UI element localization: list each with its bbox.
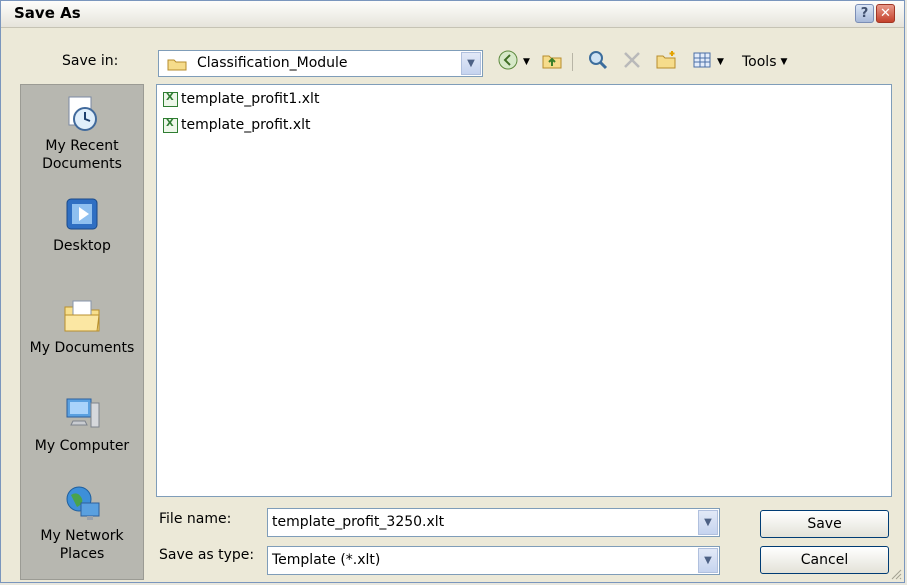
place-my-network-places[interactable]: My Network Places — [21, 483, 143, 563]
place-label: My Network Places — [40, 528, 124, 562]
save-as-type-dropdown[interactable]: Template (*.xlt) ▼ — [267, 546, 720, 575]
file-name-field[interactable]: template_profit_3250.xlt ▼ — [267, 508, 720, 537]
views-button[interactable]: ▼ — [691, 51, 724, 73]
place-desktop[interactable]: Desktop — [21, 193, 143, 255]
new-folder-button[interactable] — [655, 51, 677, 73]
delete-x-icon — [621, 49, 643, 75]
chevron-down-icon[interactable]: ▼ — [698, 510, 718, 535]
folder-icon — [167, 57, 187, 71]
place-label: My Computer — [34, 438, 130, 454]
delete-button[interactable] — [621, 51, 643, 73]
tools-menu[interactable]: Tools ▼ — [742, 51, 787, 73]
recent-documents-icon — [61, 93, 103, 135]
back-arrow-icon — [497, 49, 519, 75]
place-my-computer[interactable]: My Computer — [21, 393, 143, 455]
save-as-dialog: Save As ? ✕ Save in: Classification_Modu… — [0, 0, 905, 583]
views-icon — [691, 49, 713, 75]
save-button[interactable]: Save — [760, 510, 889, 538]
title-bar[interactable]: Save As ? ✕ — [1, 1, 904, 28]
list-item[interactable]: template_profit1.xlt — [163, 89, 319, 109]
tools-label: Tools — [742, 54, 777, 70]
up-folder-icon — [541, 49, 563, 75]
search-icon — [587, 49, 609, 75]
file-name-label: File name: — [159, 511, 232, 527]
toolbar-separator — [572, 53, 573, 71]
excel-template-icon — [163, 117, 178, 133]
chevron-down-icon[interactable]: ▼ — [461, 52, 481, 75]
file-list[interactable]: template_profit1.xlt template_profit.xlt — [156, 84, 892, 497]
save-in-label: Save in: — [62, 53, 119, 69]
network-places-icon — [61, 483, 103, 525]
save-in-dropdown[interactable]: Classification_Module ▼ — [158, 50, 483, 77]
resize-grip-icon[interactable] — [890, 568, 902, 580]
excel-template-icon — [163, 91, 178, 107]
places-bar: My Recent Documents Desktop My Documents… — [20, 84, 144, 580]
dialog-title: Save As — [14, 4, 81, 22]
help-button[interactable]: ? — [855, 4, 874, 23]
save-as-type-value: Template (*.xlt) — [272, 552, 381, 568]
place-label: My Recent Documents — [42, 138, 122, 172]
views-dropdown-icon[interactable]: ▼ — [717, 57, 724, 67]
file-name-label: template_profit1.xlt — [181, 91, 320, 107]
my-computer-icon — [61, 393, 103, 435]
close-button[interactable]: ✕ — [876, 4, 895, 23]
place-label: Desktop — [53, 238, 111, 254]
place-my-documents[interactable]: My Documents — [21, 295, 143, 357]
save-as-type-label: Save as type: — [159, 547, 255, 563]
desktop-icon — [61, 193, 103, 235]
my-documents-icon — [61, 295, 103, 337]
up-folder-button[interactable] — [541, 51, 563, 73]
search-web-button[interactable] — [587, 51, 609, 73]
back-button[interactable]: ▼ — [497, 49, 530, 75]
chevron-down-icon[interactable]: ▼ — [698, 548, 718, 573]
place-label: My Documents — [29, 340, 135, 356]
file-name-label: template_profit.xlt — [181, 117, 311, 133]
file-name-value: template_profit_3250.xlt — [272, 514, 445, 530]
tools-dropdown-icon: ▼ — [780, 57, 788, 67]
new-folder-icon — [655, 49, 677, 75]
save-in-value: Classification_Module — [197, 55, 348, 71]
cancel-button[interactable]: Cancel — [760, 546, 889, 574]
place-my-recent-documents[interactable]: My Recent Documents — [21, 93, 143, 173]
list-item[interactable]: template_profit.xlt — [163, 115, 311, 135]
back-dropdown-icon[interactable]: ▼ — [523, 57, 530, 67]
